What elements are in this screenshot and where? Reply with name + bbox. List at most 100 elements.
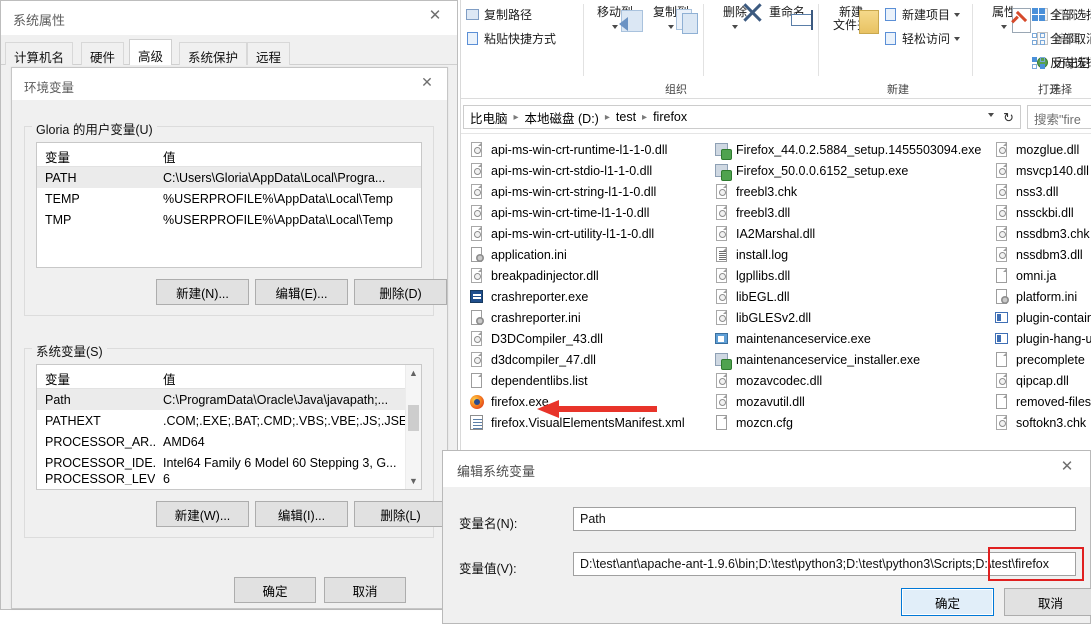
- table-row[interactable]: PROCESSOR_IDE... Intel64 Family 6 Model …: [37, 452, 421, 473]
- list-item[interactable]: nssdbm3.chk: [994, 223, 1091, 244]
- tab-advanced[interactable]: 高级: [129, 39, 173, 65]
- list-item[interactable]: lgpllibs.dll: [714, 265, 994, 286]
- scrollbar[interactable]: ▲ ▼: [405, 365, 421, 489]
- system-variables-list[interactable]: 变量 值 Path C:\ProgramData\Oracle\Java\jav…: [36, 364, 422, 490]
- list-item[interactable]: libEGL.dll: [714, 286, 994, 307]
- list-item[interactable]: firefox.VisualElementsManifest.xml: [469, 412, 714, 433]
- chevron-down-icon[interactable]: [954, 36, 961, 41]
- list-item[interactable]: nssdbm3.dll: [994, 244, 1091, 265]
- breadcrumb-item-0[interactable]: 比电脑: [468, 108, 510, 127]
- ribbon-select-all[interactable]: 全部选择: [1031, 4, 1091, 25]
- chevron-down-icon[interactable]: [1001, 24, 1007, 29]
- search-input[interactable]: 搜索"fire: [1027, 105, 1091, 129]
- breadcrumb[interactable]: 比电脑 ▸ 本地磁盘 (D:) ▸ test ▸ firefox ↻: [463, 105, 1021, 129]
- close-icon[interactable]: ✕: [407, 68, 447, 96]
- list-item[interactable]: qipcap.dll: [994, 370, 1091, 391]
- ribbon-properties[interactable]: 属性: [977, 6, 1031, 33]
- list-item[interactable]: nssckbi.dll: [994, 202, 1091, 223]
- env-cancel-button[interactable]: 取消: [324, 577, 406, 603]
- list-item[interactable]: api-ms-win-crt-time-l1-1-0.dll: [469, 202, 714, 223]
- system-edit-button[interactable]: 编辑(I)...: [255, 501, 348, 527]
- list-item[interactable]: IA2Marshal.dll: [714, 223, 994, 244]
- list-item[interactable]: mozavcodec.dll: [714, 370, 994, 391]
- list-item[interactable]: libGLESv2.dll: [714, 307, 994, 328]
- chevron-down-icon[interactable]: [668, 24, 674, 29]
- ribbon-delete[interactable]: 删除: [709, 3, 762, 33]
- breadcrumb-item-1[interactable]: 本地磁盘 (D:): [523, 108, 601, 127]
- tab-system-protection[interactable]: 系统保护: [179, 42, 248, 65]
- list-item[interactable]: maintenanceservice.exe: [714, 328, 994, 349]
- tab-hardware[interactable]: 硬件: [81, 42, 125, 65]
- list-item[interactable]: plugin-containe: [994, 307, 1091, 328]
- system-new-button[interactable]: 新建(W)...: [156, 501, 249, 527]
- ribbon-new-item[interactable]: 新建项目: [883, 4, 961, 25]
- variable-value-input[interactable]: D:\test\ant\apache-ant-1.9.6\bin;D:\test…: [573, 552, 1076, 576]
- list-item[interactable]: breakpadinjector.dll: [469, 265, 714, 286]
- column-header-variable[interactable]: 变量: [37, 143, 155, 166]
- list-item[interactable]: crashreporter.exe: [469, 286, 714, 307]
- column-header-value[interactable]: 值: [155, 143, 421, 166]
- breadcrumb-item-2[interactable]: test: [614, 110, 638, 124]
- list-item[interactable]: Firefox_50.0.0.6152_setup.exe: [714, 160, 994, 181]
- chevron-down-icon[interactable]: [988, 113, 994, 117]
- list-item[interactable]: precomplete: [994, 349, 1091, 370]
- chevron-down-icon[interactable]: ▼: [406, 473, 421, 489]
- user-variables-list[interactable]: 变量 值 PATH C:\Users\Gloria\AppData\Local\…: [36, 142, 422, 268]
- list-item[interactable]: freebl3.chk: [714, 181, 994, 202]
- list-item[interactable]: platform.ini: [994, 286, 1091, 307]
- table-row[interactable]: TMP %USERPROFILE%\AppData\Local\Temp: [37, 209, 421, 230]
- list-item[interactable]: Firefox_44.0.2.5884_setup.1455503094.exe: [714, 139, 994, 160]
- list-item[interactable]: application.ini: [469, 244, 714, 265]
- table-row[interactable]: TEMP %USERPROFILE%\AppData\Local\Temp: [37, 188, 421, 209]
- table-row[interactable]: PATHEXT .COM;.EXE;.BAT;.CMD;.VBS;.VBE;.J…: [37, 410, 421, 431]
- list-item[interactable]: D3DCompiler_43.dll: [469, 328, 714, 349]
- table-row[interactable]: Path C:\ProgramData\Oracle\Java\javapath…: [37, 389, 421, 410]
- tab-remote[interactable]: 远程: [247, 42, 291, 65]
- ribbon-select-none[interactable]: 全部取消: [1031, 28, 1091, 49]
- list-item[interactable]: api-ms-win-crt-utility-l1-1-0.dll: [469, 223, 714, 244]
- chevron-down-icon[interactable]: [954, 12, 961, 17]
- table-row[interactable]: PATH C:\Users\Gloria\AppData\Local\Progr…: [37, 167, 421, 188]
- chevron-down-icon[interactable]: [732, 24, 738, 29]
- system-delete-button[interactable]: 删除(L): [354, 501, 447, 527]
- list-item[interactable]: mozavutil.dll: [714, 391, 994, 412]
- variable-name-input[interactable]: Path: [573, 507, 1076, 531]
- close-icon[interactable]: ✕: [413, 1, 457, 31]
- list-item-firefox-exe[interactable]: firefox.exe: [469, 391, 714, 412]
- breadcrumb-item-3[interactable]: firefox: [651, 110, 689, 124]
- refresh-icon[interactable]: ↻: [1003, 110, 1014, 126]
- ribbon-invert-selection[interactable]: 反向选择: [1031, 52, 1091, 73]
- column-header-variable[interactable]: 变量: [37, 365, 155, 388]
- list-item[interactable]: plugin-hang-u: [994, 328, 1091, 349]
- ribbon-move-to[interactable]: 移动到: [589, 6, 643, 33]
- table-row[interactable]: PROCESSOR_LEV... 6: [37, 473, 421, 485]
- ribbon-easy-access[interactable]: 轻松访问: [883, 28, 961, 49]
- list-item[interactable]: dependentlibs.list: [469, 370, 714, 391]
- edit-ok-button[interactable]: 确定: [901, 588, 994, 616]
- ribbon-copy-path[interactable]: 复制路径: [465, 4, 532, 25]
- ribbon-new-folder[interactable]: 新建 文件夹: [823, 6, 879, 34]
- edit-cancel-button[interactable]: 取消: [1004, 588, 1091, 616]
- list-item[interactable]: omni.ja: [994, 265, 1091, 286]
- list-item[interactable]: install.log: [714, 244, 994, 265]
- chevron-up-icon[interactable]: ▲: [406, 365, 421, 381]
- list-item[interactable]: d3dcompiler_47.dll: [469, 349, 714, 370]
- ribbon-copy-to[interactable]: 复制到: [645, 6, 698, 34]
- list-item[interactable]: freebl3.dll: [714, 202, 994, 223]
- chevron-down-icon[interactable]: [612, 24, 618, 29]
- ribbon-rename[interactable]: 重命名: [761, 6, 813, 30]
- ribbon-paste-shortcut[interactable]: 粘贴快捷方式: [465, 28, 556, 49]
- scrollbar-thumb[interactable]: [408, 405, 419, 431]
- list-item[interactable]: api-ms-win-crt-string-l1-1-0.dll: [469, 181, 714, 202]
- table-row[interactable]: PROCESSOR_AR... AMD64: [37, 431, 421, 452]
- list-item[interactable]: api-ms-win-crt-runtime-l1-1-0.dll: [469, 139, 714, 160]
- tab-computer-name[interactable]: 计算机名: [5, 42, 74, 65]
- column-header-value[interactable]: 值: [155, 365, 421, 388]
- list-item[interactable]: crashreporter.ini: [469, 307, 714, 328]
- user-new-button[interactable]: 新建(N)...: [156, 279, 249, 305]
- list-item[interactable]: mozglue.dll: [994, 139, 1091, 160]
- user-delete-button[interactable]: 删除(D): [354, 279, 447, 305]
- list-item[interactable]: removed-files: [994, 391, 1091, 412]
- env-ok-button[interactable]: 确定: [234, 577, 316, 603]
- list-item[interactable]: maintenanceservice_installer.exe: [714, 349, 994, 370]
